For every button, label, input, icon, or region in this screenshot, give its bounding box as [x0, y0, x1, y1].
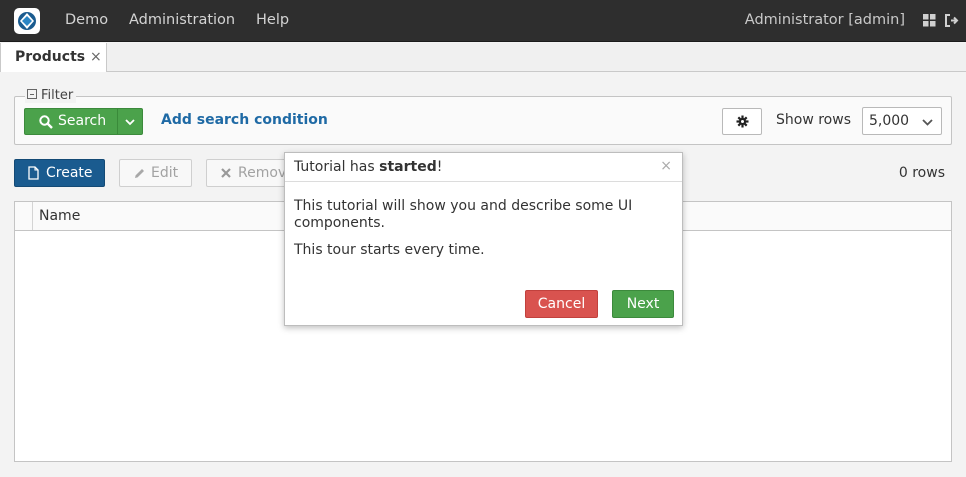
show-rows-value: 5,000	[869, 113, 910, 129]
row-select-column[interactable]	[15, 202, 33, 230]
top-navbar: Demo Administration Help Administrator […	[0, 0, 966, 42]
logout-icon[interactable]	[945, 14, 959, 31]
search-button[interactable]: Search	[24, 108, 118, 135]
tutorial-dialog: Tutorial has started! × This tutorial wi…	[284, 152, 683, 326]
pencil-icon	[135, 169, 144, 178]
edit-button-label: Edit	[151, 165, 179, 181]
chevron-down-icon	[125, 119, 135, 126]
search-icon	[39, 115, 53, 129]
cancel-button[interactable]: Cancel	[525, 290, 598, 318]
dialog-title-bold: started	[379, 159, 437, 175]
add-search-condition-link[interactable]: Add search condition	[161, 112, 328, 128]
search-dropdown-button[interactable]	[117, 108, 143, 135]
column-header-name[interactable]: Name	[39, 208, 80, 224]
tab-close-icon[interactable]: ×	[90, 49, 102, 65]
dialog-body-text-2: This tour starts every time.	[294, 242, 485, 258]
tab-strip: Products ×	[0, 43, 966, 72]
show-rows-label: Show rows	[776, 112, 851, 128]
collapse-icon[interactable]	[27, 89, 37, 99]
create-button-label: Create	[46, 165, 93, 181]
next-button[interactable]: Next	[612, 290, 674, 318]
dialog-close-icon[interactable]: ×	[660, 158, 672, 174]
grid-icon[interactable]	[923, 14, 936, 31]
remove-button[interactable]: Remove	[206, 159, 296, 187]
app-window: Demo Administration Help Administrator […	[0, 0, 966, 477]
close-icon	[221, 168, 231, 178]
chevron-down-icon	[922, 119, 933, 126]
show-rows-select[interactable]: 5,000	[862, 107, 942, 135]
tab-label: Products	[15, 49, 86, 65]
file-icon	[28, 166, 39, 180]
dialog-title: Tutorial has started!	[294, 159, 442, 175]
filter-settings-button[interactable]	[722, 108, 762, 135]
menu-administration[interactable]: Administration	[129, 12, 235, 28]
filter-legend-label: Filter	[41, 88, 74, 103]
menu-demo[interactable]: Demo	[65, 12, 108, 28]
dialog-divider	[285, 181, 682, 182]
menu-help[interactable]: Help	[256, 12, 289, 28]
search-button-label: Search	[58, 113, 107, 129]
dialog-title-suffix: !	[436, 159, 443, 175]
app-logo-icon[interactable]	[14, 8, 40, 34]
gear-icon	[736, 115, 749, 128]
filter-legend[interactable]: Filter	[25, 88, 77, 103]
create-button[interactable]: Create	[14, 159, 105, 187]
tab-products[interactable]: Products ×	[0, 43, 107, 72]
dialog-body-text: This tutorial will show you and describe…	[294, 198, 633, 231]
dialog-title-prefix: Tutorial has	[294, 159, 380, 175]
edit-button[interactable]: Edit	[119, 159, 192, 187]
user-menu[interactable]: Administrator [admin]	[745, 12, 905, 28]
rows-count: 0 rows	[898, 165, 945, 181]
